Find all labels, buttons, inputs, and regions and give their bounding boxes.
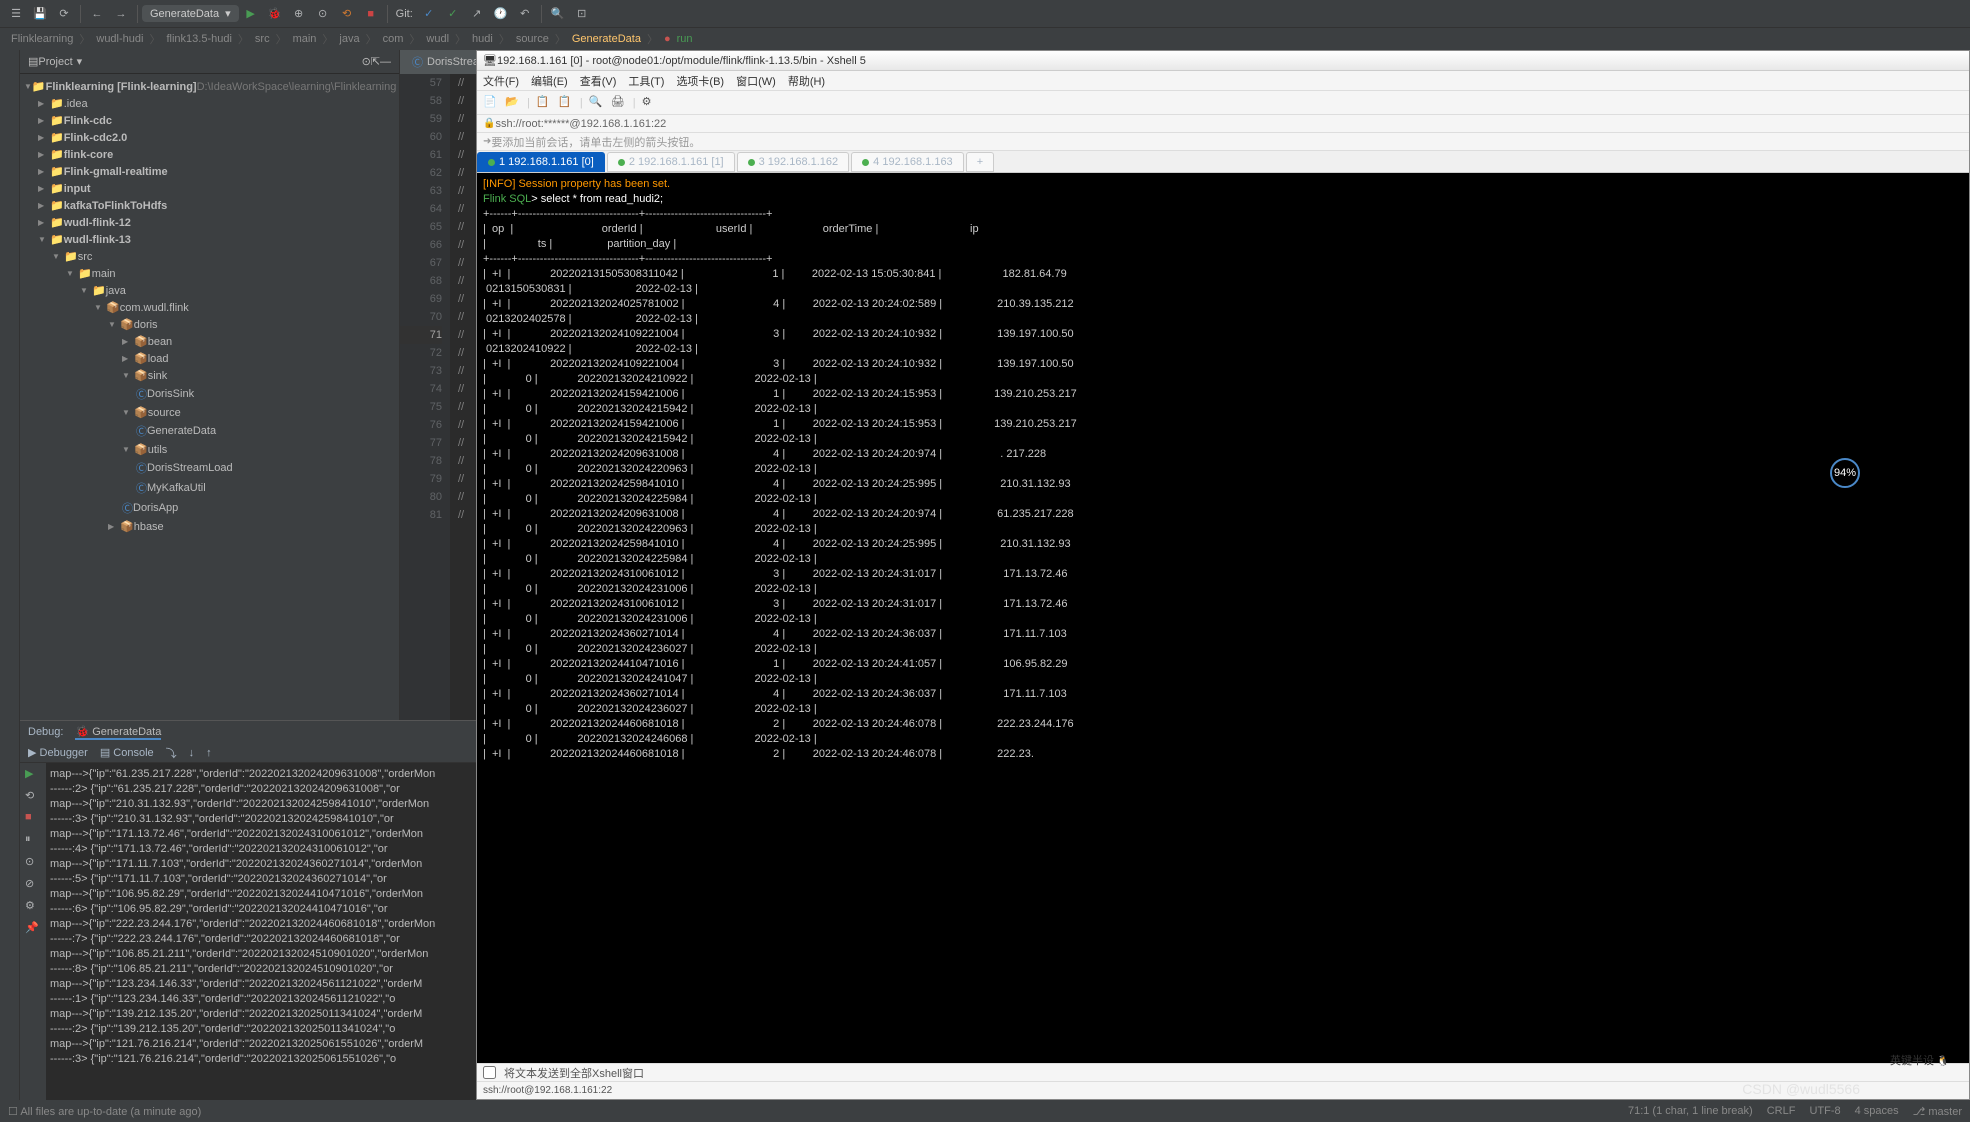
xshell-toolbar[interactable]: 📄 📂 | 📋 📋 | 🔍 🖨 | ⚙ (477, 91, 1969, 115)
run-icon[interactable]: ▶ (242, 5, 260, 23)
breadcrumb-item[interactable]: Flinklearning (11, 33, 73, 45)
console-tab[interactable]: ▤ Console (100, 746, 154, 759)
breadcrumb-item[interactable]: src (255, 33, 270, 45)
breadcrumb-current[interactable]: GenerateData (572, 33, 641, 45)
main-toolbar: ☰ 💾 ⟳ ← → GenerateData▾ ▶ 🐞 ⊕ ⊙ ⟲ ■ Git:… (0, 0, 1970, 28)
indent[interactable]: 4 spaces (1855, 1105, 1899, 1118)
mute-breakpoints-icon[interactable]: ⊘ (25, 877, 41, 893)
copy-icon[interactable]: 📋 (536, 95, 552, 111)
left-gutter (0, 50, 20, 1100)
xshell-menu[interactable]: 文件(F) 编辑(E) 查看(V) 工具(T) 选项卡(B) 窗口(W) 帮助(H) (477, 71, 1969, 91)
line-sep[interactable]: CRLF (1767, 1105, 1796, 1118)
pin-icon[interactable]: 📌 (25, 921, 41, 937)
forward-icon[interactable]: → (112, 5, 130, 23)
restart-icon[interactable]: ⟲ (25, 789, 41, 805)
xshell-menu-item[interactable]: 帮助(H) (788, 73, 825, 89)
debug-side-toolbar: ▶ ⟲ ■ ⏸ ⊙ ⊘ ⚙ 📌 (20, 763, 46, 1100)
breadcrumb: Flinklearning〉 wudl-hudi〉 flink13.5-hudi… (0, 28, 1970, 50)
xshell-address[interactable]: 🔒 ssh://root:******@192.168.1.161:22 (477, 115, 1969, 133)
xshell-terminal[interactable]: [INFO] Session property has been set.Fli… (477, 173, 1969, 1063)
settings-icon[interactable]: ⚙ (25, 899, 41, 915)
debug-icon[interactable]: 🐞 (266, 5, 284, 23)
breadcrumb-item[interactable]: java (339, 33, 359, 45)
step-over-icon[interactable]: ⤵ (166, 745, 177, 761)
xshell-window: 🖥 192.168.1.161 [0] - root@node01:/opt/m… (476, 50, 1970, 1100)
search-icon[interactable]: 🔍 (549, 5, 567, 23)
project-header[interactable]: ▤ Project▾ ⊙ ⇱ — (20, 50, 399, 74)
view-breakpoints-icon[interactable]: ⊙ (25, 855, 41, 871)
gear-icon[interactable]: ⊙ (362, 55, 371, 68)
xshell-tabs[interactable]: 1 192.168.1.161 [0]2 192.168.1.161 [1]3 … (477, 151, 1969, 173)
xshell-tab[interactable]: 3 192.168.1.162 (737, 152, 850, 172)
xshell-hint: ➜ 要添加当前会话，请单击左侧的箭头按钮。 (477, 133, 1969, 151)
debugger-tab[interactable]: ▶ Debugger (28, 746, 88, 759)
breadcrumb-item[interactable]: hudi (472, 33, 493, 45)
pause-icon[interactable]: ⏸ (25, 833, 41, 849)
status-message: ☐ All files are up-to-date (a minute ago… (8, 1105, 201, 1118)
breadcrumb-item[interactable]: wudl-hudi (96, 33, 143, 45)
settings-icon[interactable]: ⊡ (573, 5, 591, 23)
debug-label: Debug: (28, 726, 63, 738)
coverage-icon[interactable]: ⊕ (290, 5, 308, 23)
xshell-new-tab[interactable]: + (966, 152, 994, 172)
git-label: Git: (396, 8, 413, 20)
refresh-icon[interactable]: ⟳ (55, 5, 73, 23)
stop-icon[interactable]: ■ (25, 811, 41, 827)
status-bar: ☐ All files are up-to-date (a minute ago… (0, 1100, 1970, 1122)
stop-icon[interactable]: ■ (362, 5, 380, 23)
search-icon[interactable]: 🔍 (589, 95, 605, 111)
xshell-tab[interactable]: 4 192.168.1.163 (851, 152, 964, 172)
menu-icon[interactable]: ☰ (7, 5, 25, 23)
git-commit-icon[interactable]: ✓ (444, 5, 462, 23)
open-icon[interactable]: 📂 (505, 95, 521, 111)
step-out-icon[interactable]: ↑ (206, 747, 212, 759)
caret-pos[interactable]: 71:1 (1 char, 1 line break) (1628, 1105, 1753, 1118)
save-icon[interactable]: 💾 (31, 5, 49, 23)
git-rollback-icon[interactable]: ↶ (516, 5, 534, 23)
profile-icon[interactable]: ⊙ (314, 5, 332, 23)
xshell-menu-item[interactable]: 选项卡(B) (676, 73, 724, 89)
step-into-icon[interactable]: ↓ (189, 747, 195, 759)
breadcrumb-run[interactable]: run (677, 33, 693, 45)
xshell-title: 🖥 192.168.1.161 [0] - root@node01:/opt/m… (477, 51, 1969, 71)
watermark: CSDN @wudl5566 (1742, 1081, 1860, 1097)
git-branch[interactable]: ⎇ master (1913, 1105, 1962, 1118)
new-icon[interactable]: 📄 (483, 95, 499, 111)
breadcrumb-item[interactable]: flink13.5-hudi (166, 33, 231, 45)
prop-icon[interactable]: ⚙ (642, 95, 658, 111)
hotswap-icon[interactable]: ⟲ (338, 5, 356, 23)
back-icon[interactable]: ← (88, 5, 106, 23)
collapse-icon[interactable]: ⇱ (371, 55, 380, 68)
paste-icon[interactable]: 📋 (558, 95, 574, 111)
git-push-icon[interactable]: ↗ (468, 5, 486, 23)
xshell-tab[interactable]: 1 192.168.1.161 [0] (477, 152, 605, 172)
xshell-menu-item[interactable]: 编辑(E) (531, 73, 568, 89)
resume-icon[interactable]: ▶ (25, 767, 41, 783)
breadcrumb-item[interactable]: source (516, 33, 549, 45)
print-icon[interactable]: 🖨 (611, 95, 627, 111)
run-config-dropdown[interactable]: GenerateData▾ (142, 5, 239, 22)
xshell-menu-item[interactable]: 窗口(W) (736, 73, 776, 89)
xshell-footer: 将文本发送到全部Xshell窗口 (477, 1063, 1969, 1081)
broadcast-checkbox[interactable] (483, 1066, 496, 1079)
git-update-icon[interactable]: ✓ (420, 5, 438, 23)
encoding[interactable]: UTF-8 (1809, 1105, 1840, 1118)
breadcrumb-item[interactable]: main (293, 33, 317, 45)
zoom-badge: 94% (1830, 458, 1860, 488)
xshell-menu-item[interactable]: 文件(F) (483, 73, 519, 89)
breadcrumb-item[interactable]: wudl (426, 33, 449, 45)
hide-icon[interactable]: — (380, 56, 391, 68)
mascot: 英键半设 🐧 (1890, 1052, 1960, 1102)
xshell-tab[interactable]: 2 192.168.1.161 [1] (607, 152, 735, 172)
git-history-icon[interactable]: 🕐 (492, 5, 510, 23)
breadcrumb-item[interactable]: com (383, 33, 404, 45)
xshell-menu-item[interactable]: 工具(T) (628, 73, 664, 89)
xshell-menu-item[interactable]: 查看(V) (580, 73, 617, 89)
debug-config-tab[interactable]: 🐞 GenerateData (75, 725, 161, 740)
